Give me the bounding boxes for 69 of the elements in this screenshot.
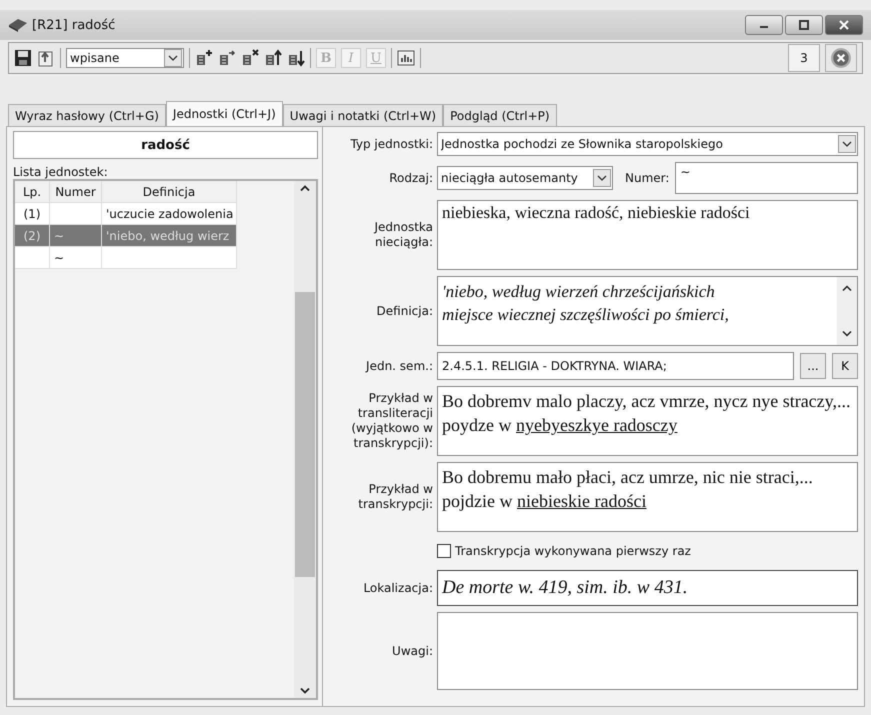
scrollbar[interactable] (294, 181, 316, 698)
table-cell: ~ (54, 228, 64, 242)
column-header[interactable]: Numer (50, 181, 102, 203)
table-cell: (2) (24, 228, 40, 242)
list-label: Lista jednostek: (13, 165, 109, 179)
chevron-down-icon (597, 175, 607, 181)
column-header[interactable]: Lp. (15, 181, 50, 203)
small-button[interactable]: ... (800, 353, 826, 379)
tab[interactable]: Podgląd (Ctrl+P) (443, 104, 557, 126)
table-add-icon[interactable] (195, 49, 213, 67)
definition-line: miejsce wiecznej szczęśliwości po śmierci, (442, 304, 730, 326)
definition-field[interactable]: 'niebo, według wierzeń chrześcijańskich miejsce wiecznej szczęśliwości po śmierci, (437, 276, 858, 346)
table-cell: (1) (24, 206, 40, 220)
table-cell: ~ (54, 250, 64, 264)
column-header[interactable]: Definicja (102, 181, 237, 203)
table-delete-icon[interactable] (241, 49, 259, 67)
table-row[interactable]: (1) 'uczucie zadowolenia (15, 203, 294, 225)
close-icon (839, 20, 849, 30)
maximize-button[interactable] (785, 15, 823, 35)
tab[interactable]: Jednostki (Ctrl+J) (166, 101, 283, 126)
chevron-down-icon (168, 55, 178, 61)
field-label: Typ jednostki: (349, 136, 434, 152)
scrollbar-thumb[interactable] (295, 292, 315, 577)
small-button[interactable]: K (832, 353, 858, 379)
chevron-down-icon[interactable] (300, 687, 310, 694)
move-up-icon[interactable] (264, 49, 282, 67)
window-title: [R21] radość (32, 18, 116, 32)
table-cell: 'uczucie zadowolenia (106, 206, 234, 220)
field-label: Lokalizacja: (362, 580, 434, 596)
field-label: Przykład w transliteracji (wyjątkowo w transkrypcji): (350, 391, 434, 451)
close-button[interactable] (825, 15, 863, 35)
discontinuous-unit-field[interactable]: niebieska, wieczna radość, niebieskie radości (437, 200, 858, 270)
field-label: Definicja: (376, 304, 434, 318)
headword-field: radość (13, 131, 318, 159)
chevron-up-icon[interactable] (300, 185, 310, 192)
chart-icon[interactable] (397, 49, 415, 67)
field-label: Rodzaj: (388, 170, 434, 186)
chevron-up-icon[interactable] (842, 285, 852, 292)
field-label: Jedn. sem.: (364, 358, 434, 374)
export-icon[interactable] (37, 49, 55, 67)
table-arrow-icon[interactable] (218, 49, 236, 67)
checkbox-label[interactable]: Transkrypcja wykonywana pierwszy raz (455, 544, 691, 558)
field-label: Przykład w transkrypcji: (357, 482, 434, 512)
chevron-down-icon[interactable] (842, 330, 852, 337)
mode-dropdown[interactable]: wpisane (66, 48, 184, 68)
definition-line: 'niebo, według wierzeń chrześcijańskich (442, 281, 716, 303)
table-cell: 'niebo, według wierz (106, 228, 230, 242)
book-icon (8, 17, 28, 33)
maximize-icon (799, 20, 809, 30)
cancel-icon[interactable] (825, 44, 857, 72)
location-field[interactable]: De morte w. 419, sim. ib. w 431. (437, 570, 858, 606)
move-down-icon[interactable] (287, 49, 305, 67)
tab[interactable]: Wyraz hasłowy (Ctrl+G) (8, 104, 166, 126)
semantic-unit-field[interactable]: 2.4.5.1. RELIGIA - DOKTRYNA. WIARA; (437, 352, 794, 380)
kind-dropdown[interactable]: nieciągła autosemanty (437, 166, 613, 190)
save-icon[interactable] (14, 49, 32, 67)
checkbox[interactable] (437, 544, 451, 558)
minimize-button[interactable] (745, 15, 783, 35)
chevron-down-icon (842, 141, 852, 147)
counter-field: 3 (788, 44, 820, 72)
transcription-field[interactable]: Bo dobremu mało płaci, acz umrze, nic nie straci,... pojdzie w niebieskie radości (437, 462, 858, 532)
number-field[interactable]: ~ (675, 162, 858, 194)
tab[interactable]: Uwagi i notatki (Ctrl+W) (282, 104, 444, 126)
field-label: Uwagi: (391, 644, 434, 658)
field-label: Jednostka nieciągła: (372, 220, 434, 250)
table-row[interactable]: ~ (15, 247, 294, 269)
field-label: Numer: (625, 171, 670, 185)
transliteration-field[interactable]: Bo dobremv malo placzy, acz vmrze, nycz nye straczy,... poydze w nyebyeszkye radosczy (437, 386, 858, 456)
notes-field[interactable] (437, 612, 858, 690)
